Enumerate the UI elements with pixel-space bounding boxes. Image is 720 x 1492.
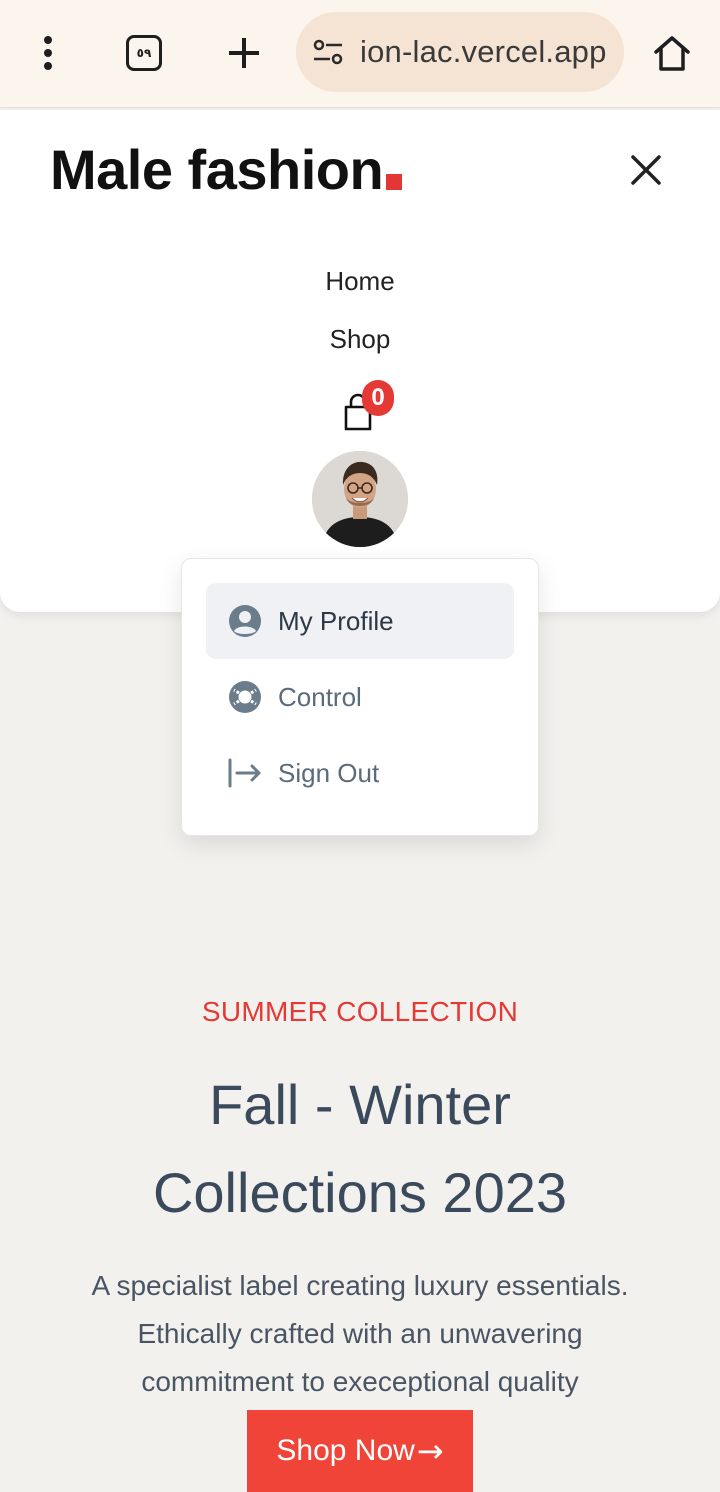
more-vertical-icon[interactable] bbox=[28, 30, 68, 76]
avatar[interactable] bbox=[312, 451, 408, 547]
mobile-nav-panel: Male fashion Home Shop 0 bbox=[0, 110, 720, 612]
url-text: ion-lac.vercel.app bbox=[360, 34, 607, 69]
browser-toolbar: ٥٩ ion-lac.vercel.app bbox=[0, 0, 720, 108]
plus-icon[interactable] bbox=[222, 30, 266, 76]
hero-description-line-2: Ethically crafted with an unwavering bbox=[137, 1318, 583, 1349]
nav-link-home[interactable]: Home bbox=[0, 266, 720, 297]
sign-out-icon bbox=[228, 756, 262, 790]
home-icon[interactable] bbox=[648, 28, 696, 78]
dropdown-item-my-profile[interactable]: My Profile bbox=[206, 583, 514, 659]
logo-dot bbox=[386, 174, 403, 190]
hero-subtitle: SUMMER COLLECTION bbox=[201, 996, 519, 1027]
close-icon[interactable] bbox=[626, 150, 666, 190]
dropdown-item-sign-out[interactable]: Sign Out bbox=[206, 735, 514, 811]
logo-text: Male fashion bbox=[50, 138, 384, 201]
brand-logo[interactable]: Male fashion bbox=[50, 138, 403, 202]
hero-description-line-1: A specialist label creating luxury essen… bbox=[91, 1270, 629, 1301]
cart-button[interactable]: 0 bbox=[338, 380, 398, 436]
nav-link-shop[interactable]: Shop bbox=[0, 324, 720, 355]
shop-now-button[interactable]: Shop Now → bbox=[247, 1410, 473, 1492]
dropdown-item-label: Sign Out bbox=[278, 757, 380, 788]
hero-description-line-3: commitment to execeptional quality bbox=[141, 1366, 579, 1397]
tab-count: ٥٩ bbox=[126, 35, 162, 71]
dropdown-item-label: Control bbox=[278, 681, 362, 712]
dropdown-item-label: My Profile bbox=[278, 605, 394, 636]
hero-title-line-1: Fall - Winter bbox=[209, 1073, 511, 1136]
site-settings-icon[interactable] bbox=[312, 36, 344, 68]
arrow-right-icon: → bbox=[416, 1432, 444, 1470]
hero-title-line-2: Collections 2023 bbox=[152, 1161, 568, 1224]
user-circle-icon bbox=[228, 604, 262, 638]
profile-dropdown: My Profile Control Sign Out bbox=[181, 558, 539, 836]
dropdown-item-control[interactable]: Control bbox=[206, 659, 514, 735]
shop-now-label: Shop Now bbox=[276, 1434, 415, 1467]
address-bar[interactable]: ion-lac.vercel.app bbox=[296, 12, 624, 92]
cart-count-badge: 0 bbox=[362, 380, 394, 416]
tabs-button[interactable]: ٥٩ bbox=[122, 30, 166, 76]
lifebuoy-icon bbox=[228, 680, 262, 714]
